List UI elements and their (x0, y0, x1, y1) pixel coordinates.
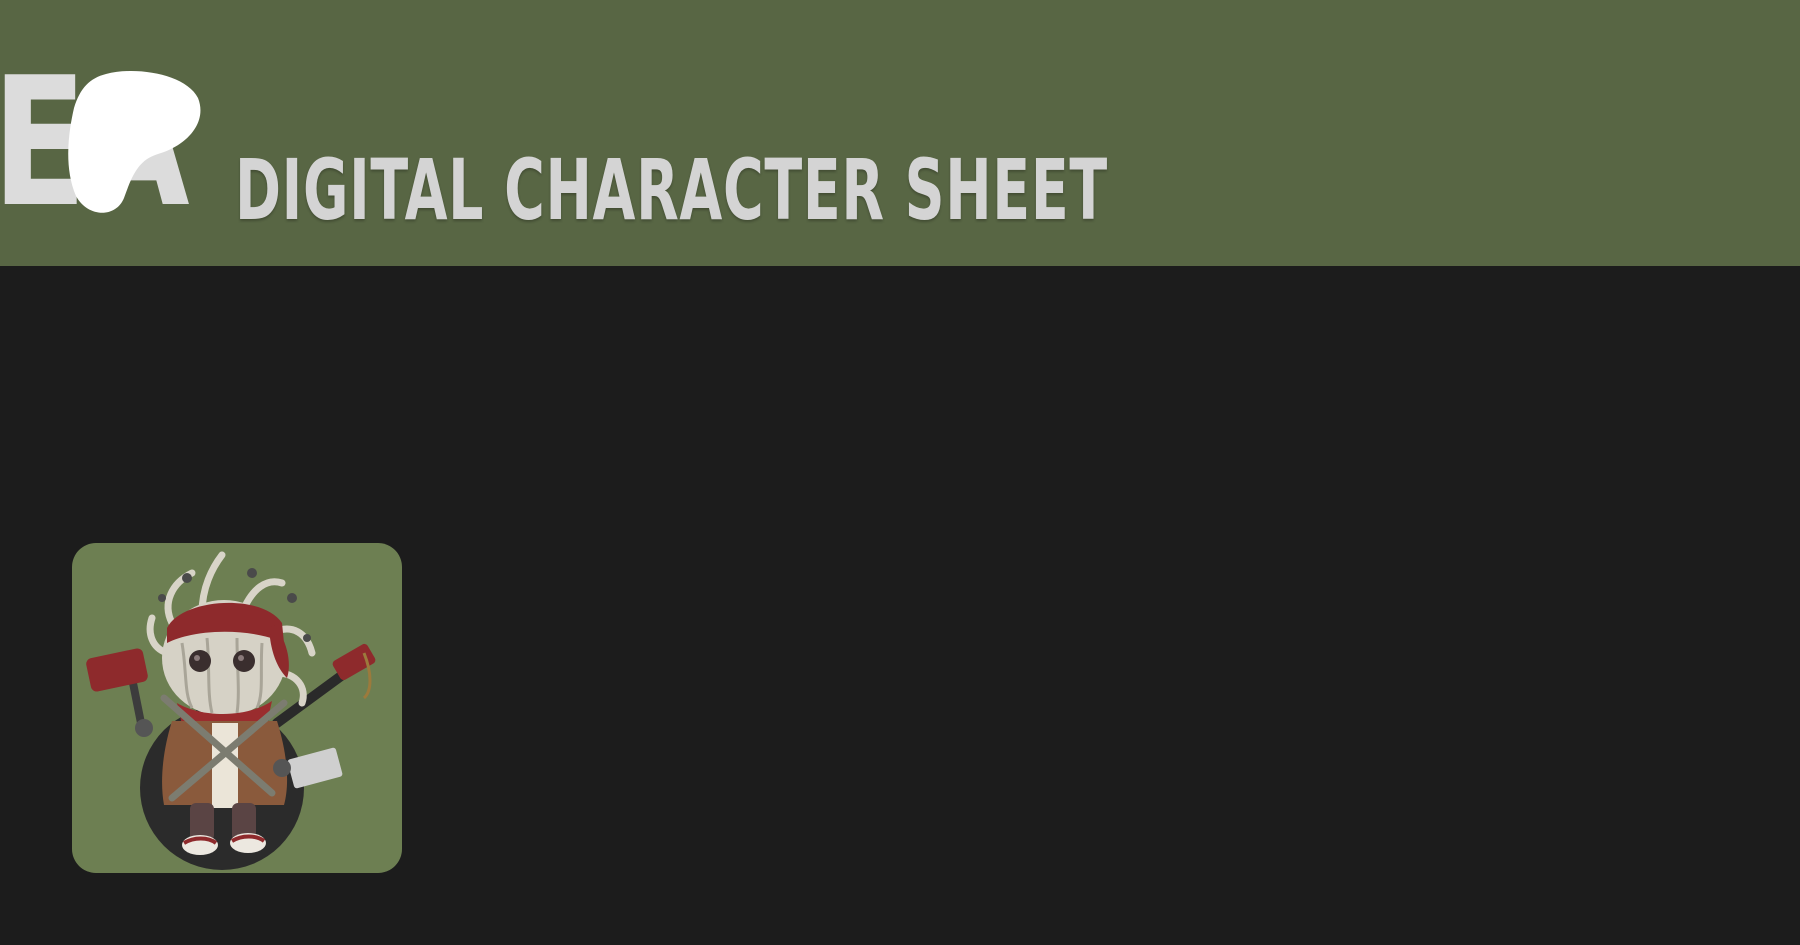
logo-blob-icon (68, 71, 201, 213)
character-portrait[interactable] (72, 543, 402, 873)
header-banner: EA DIGITAL CHARACTER SHEET (0, 0, 1800, 266)
character-portrait-icon (86, 551, 376, 870)
logo: EA (0, 54, 207, 232)
page-title: DIGITAL CHARACTER SHEET (235, 141, 1108, 239)
